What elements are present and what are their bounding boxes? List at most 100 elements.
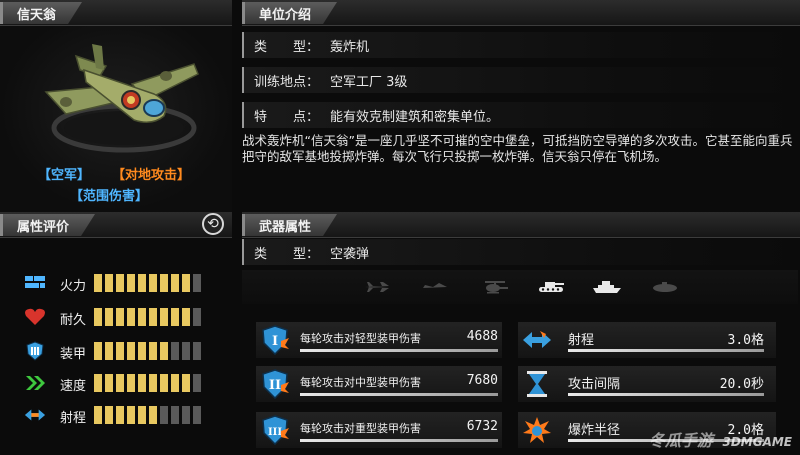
attribute-level-segment — [94, 274, 102, 292]
attribute-level-segment — [94, 308, 102, 326]
attribute-level-segment — [105, 308, 113, 326]
attribute-level-segment — [160, 342, 168, 360]
attribute-level-segment — [105, 406, 113, 424]
hourglass-icon — [522, 368, 552, 400]
submarine-icon — [650, 277, 680, 297]
attribute-level-segment — [182, 342, 190, 360]
weapon-type-row: 类 型： 空袭弹 — [242, 239, 798, 265]
attribute-level-segment — [116, 342, 124, 360]
weapon-type-key: 类 型： — [254, 246, 320, 262]
armor-heavy-icon: III — [260, 414, 290, 446]
attribute-level-bar — [94, 342, 201, 360]
svg-text:I: I — [272, 334, 278, 349]
damage-value: 4688 — [466, 329, 498, 344]
attribute-row: 装甲 — [24, 340, 224, 362]
explosion-icon — [522, 414, 552, 446]
attribute-level-segment — [116, 308, 124, 326]
attribute-level-segment — [160, 274, 168, 292]
info-row-type: 类 型： 轰炸机 — [242, 32, 798, 58]
attribute-level-segment — [127, 342, 135, 360]
tag-air: 【空军】 — [38, 168, 91, 183]
attribute-level-segment — [116, 406, 124, 424]
weapon-header: 武器属性 — [242, 212, 800, 238]
damage-underline — [300, 349, 498, 352]
attribute-level-segment — [193, 274, 201, 292]
damage-value: 6732 — [466, 419, 498, 434]
damage-value: 7680 — [466, 373, 498, 388]
weapon-stat-label: 爆炸半径 — [568, 423, 621, 438]
attribute-label: 火力 — [60, 279, 87, 294]
attribute-level-segment — [116, 274, 124, 292]
weapon-stat-value: 20.0秒 — [719, 377, 764, 392]
speed-icon — [24, 373, 46, 393]
weapon-stat-box: 攻击间隔 20.0秒 — [518, 366, 776, 402]
armor-light-icon: I — [260, 324, 290, 356]
attribute-level-segment — [138, 406, 146, 424]
attribute-level-segment — [116, 374, 124, 392]
damage-stat-box: II 每轮攻击对中型装甲伤害 7680 — [256, 366, 502, 402]
attribute-level-segment — [171, 374, 179, 392]
attribute-level-segment — [138, 342, 146, 360]
attributes-title: 属性评价 — [0, 214, 95, 236]
unit-description: 战术轰炸机“信天翁”是一座几乎坚不可摧的空中堡垒，可抵挡防空导弹的多次攻击。它甚… — [242, 133, 793, 164]
firepower-icon — [24, 273, 46, 293]
attribute-level-segment — [149, 274, 157, 292]
intro-header: 单位介绍 — [242, 0, 800, 26]
attribute-level-segment — [127, 406, 135, 424]
attribute-label: 装甲 — [60, 347, 87, 362]
intro-title: 单位介绍 — [242, 2, 337, 24]
range-arrow-icon — [522, 324, 552, 356]
damage-label: 每轮攻击对中型装甲伤害 — [300, 376, 421, 389]
attribute-level-segment — [171, 342, 179, 360]
watermark: 冬瓜手游 3DMGAME — [649, 427, 792, 451]
info-trait-value: 能有效克制建筑和密集单位。 — [330, 109, 500, 125]
damage-stat-box: I 每轮攻击对轻型装甲伤害 4688 — [256, 322, 502, 358]
attribute-level-segment — [160, 406, 168, 424]
unit-name: 信天翁 — [0, 2, 82, 24]
svg-text:III: III — [268, 427, 282, 438]
weapon-stat-value: 3.0格 — [727, 333, 764, 348]
attributes-header: 属性评价 — [0, 212, 232, 238]
attribute-level-bar — [94, 406, 201, 424]
weapon-stat-label: 射程 — [568, 333, 595, 348]
heart-icon — [24, 307, 46, 327]
attribute-level-segment — [94, 406, 102, 424]
unit-header: 信天翁 — [0, 0, 232, 26]
attribute-level-segment — [127, 308, 135, 326]
damage-underline — [300, 439, 498, 442]
attribute-level-segment — [127, 274, 135, 292]
attribute-level-segment — [193, 342, 201, 360]
attribute-level-segment — [94, 342, 102, 360]
attribute-row: 射程 — [24, 404, 224, 426]
watermark-brand: 冬瓜手游 — [648, 431, 713, 450]
attribute-row: 速度 — [24, 372, 224, 394]
armor-medium-icon: II — [260, 368, 290, 400]
attribute-level-bar — [94, 308, 201, 326]
range-icon — [24, 405, 46, 425]
refresh-icon[interactable]: ⟲ — [202, 213, 224, 235]
attribute-level-bar — [94, 274, 201, 292]
attribute-level-segment — [149, 308, 157, 326]
attribute-level-segment — [171, 274, 179, 292]
attribute-row: 耐久 — [24, 306, 224, 328]
damage-label: 每轮攻击对轻型装甲伤害 — [300, 332, 421, 345]
attribute-level-segment — [149, 342, 157, 360]
attribute-level-segment — [138, 274, 146, 292]
damage-label: 每轮攻击对重型装甲伤害 — [300, 422, 421, 435]
weapon-stat-label: 攻击间隔 — [568, 377, 621, 392]
jet-icon — [362, 277, 392, 297]
info-training-key: 训练地点： — [254, 74, 320, 90]
attribute-level-segment — [138, 374, 146, 392]
damage-stat-box: III 每轮攻击对重型装甲伤害 6732 — [256, 412, 502, 448]
fighter-icon — [420, 277, 450, 297]
attribute-level-segment — [105, 374, 113, 392]
weapon-type-value: 空袭弹 — [330, 246, 370, 262]
attribute-level-segment — [182, 274, 190, 292]
attribute-level-segment — [182, 374, 190, 392]
attribute-level-segment — [193, 308, 201, 326]
svg-text:II: II — [269, 378, 281, 393]
attribute-level-segment — [171, 406, 179, 424]
damage-underline — [300, 393, 498, 396]
watermark-url: 3DMGAME — [722, 435, 792, 449]
weapon-stat-underline — [568, 393, 764, 396]
